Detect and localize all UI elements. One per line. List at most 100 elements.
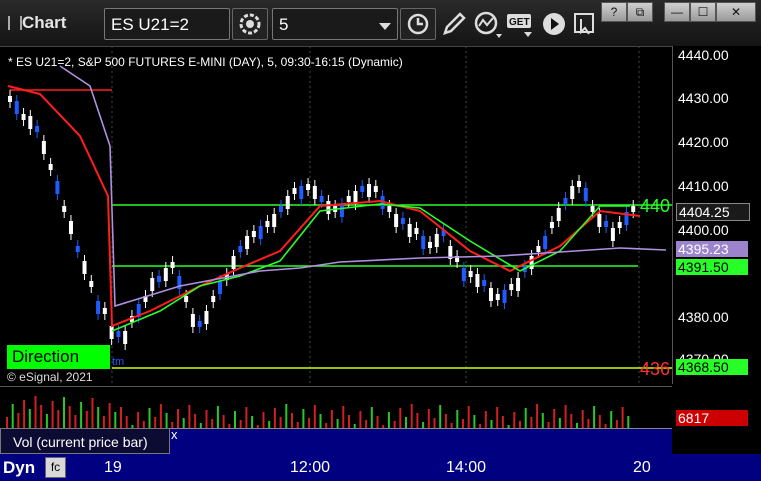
volume-bar xyxy=(28,409,31,429)
volume-bar xyxy=(57,410,60,429)
candle-body xyxy=(543,236,548,249)
candle-body xyxy=(326,201,331,214)
candle-body xyxy=(563,198,568,204)
close-study-icon[interactable]: x xyxy=(171,427,178,442)
cursor-icon xyxy=(574,13,594,35)
help-button[interactable]: ? xyxy=(601,2,627,22)
candle-body xyxy=(488,288,493,301)
candle-body xyxy=(400,218,405,224)
volume-bar xyxy=(222,415,225,429)
volume-bar xyxy=(91,398,94,429)
volume-bar xyxy=(80,402,83,429)
candle-body xyxy=(407,224,412,237)
interval-select[interactable]: 5 xyxy=(272,8,398,40)
volume-bar xyxy=(496,407,499,429)
maximize-button[interactable]: ☐ xyxy=(690,2,716,22)
candle-body xyxy=(35,126,40,132)
candle-body xyxy=(150,278,155,291)
price-label: 4400.00 xyxy=(678,222,729,238)
volume-bar xyxy=(593,406,596,429)
price-label: 4440.00 xyxy=(678,47,729,63)
symbol-input[interactable]: ES U21=2 xyxy=(104,8,230,40)
candle-body xyxy=(68,221,73,234)
volume-bar xyxy=(114,412,117,429)
volume-bar xyxy=(177,409,179,429)
time-axis[interactable]: Dyn fc 19 12:00 14:00 20 xyxy=(0,454,761,481)
volume-bar xyxy=(416,413,419,429)
play-icon xyxy=(543,13,565,35)
candle-body xyxy=(231,256,236,269)
symbol-value: ES U21=2 xyxy=(111,15,189,34)
candle-body xyxy=(387,206,392,212)
candle-body xyxy=(170,262,175,268)
study-icon xyxy=(474,11,502,38)
candle-body xyxy=(184,296,189,302)
candle-body xyxy=(434,234,439,247)
candle-body xyxy=(75,246,80,252)
candle-body xyxy=(617,222,622,228)
volume-bar xyxy=(553,409,556,429)
candle-body xyxy=(14,101,19,114)
candle-body xyxy=(516,278,521,291)
link-settings-button[interactable] xyxy=(232,8,268,40)
candle-body xyxy=(394,214,399,227)
volume-bar xyxy=(439,405,442,429)
volume-bar xyxy=(97,407,100,429)
volume-bar xyxy=(598,415,601,429)
candle-body xyxy=(570,186,575,199)
volume-bar xyxy=(68,406,71,429)
get-data-button[interactable]: GET xyxy=(506,10,536,38)
fc-icon[interactable]: fc xyxy=(45,457,66,478)
time-tick: 20 xyxy=(633,459,651,476)
draw-button[interactable] xyxy=(439,10,469,38)
candle-body xyxy=(258,226,263,239)
candle-body xyxy=(360,186,365,192)
candle-body xyxy=(285,196,290,209)
close-button[interactable]: ✕ xyxy=(716,2,756,22)
volume-bar xyxy=(291,413,293,429)
price-axis[interactable]: 4440.00 4430.00 4420.00 4410.00 4400.00 … xyxy=(673,46,761,386)
candle-body xyxy=(157,276,162,282)
lower-level-tag: 4368.50 xyxy=(676,359,748,375)
play-button[interactable] xyxy=(540,10,568,38)
volume-bar xyxy=(536,404,539,429)
volume-bar xyxy=(165,413,168,429)
candle-body xyxy=(82,261,87,274)
clock-button[interactable] xyxy=(400,8,436,40)
candle-body xyxy=(8,96,12,102)
direction-label[interactable]: Direction xyxy=(7,345,110,369)
volume-bar xyxy=(342,406,345,429)
volume-bar xyxy=(273,408,276,429)
volume-bar xyxy=(513,412,516,429)
volume-bar xyxy=(541,413,544,429)
volume-plot xyxy=(6,396,630,429)
volume-bar xyxy=(610,411,613,429)
candle-body xyxy=(41,141,46,154)
candle-body xyxy=(299,186,304,199)
candle-body xyxy=(373,186,378,192)
candle-body xyxy=(631,206,636,212)
restore-button[interactable]: ⧉ xyxy=(627,2,653,22)
candle-body xyxy=(306,184,311,190)
candle-body xyxy=(251,231,256,237)
purple-ma-tag: 4395.23 xyxy=(676,241,748,257)
volume-bar xyxy=(11,404,14,429)
volume-chart[interactable] xyxy=(0,386,672,429)
study-button[interactable] xyxy=(472,10,504,38)
volume-study-label[interactable]: Vol (current price bar) xyxy=(0,428,170,454)
volume-bar xyxy=(234,411,236,429)
candle-body xyxy=(468,271,473,277)
candle-body xyxy=(421,236,426,249)
volume-bar xyxy=(330,410,333,429)
candle-body xyxy=(21,114,26,120)
minimize-button[interactable]: — xyxy=(664,2,690,22)
volume-bar xyxy=(348,415,350,429)
last-price-tag: 4404.25 xyxy=(676,203,750,221)
volume-bar xyxy=(34,396,37,429)
cursor-button[interactable] xyxy=(572,10,598,38)
volume-axis: 6817 xyxy=(673,386,761,428)
drag-grip-icon[interactable] xyxy=(8,16,22,30)
volume-bar xyxy=(621,407,624,429)
volume-bar xyxy=(370,407,373,429)
price-chart[interactable] xyxy=(0,46,673,384)
